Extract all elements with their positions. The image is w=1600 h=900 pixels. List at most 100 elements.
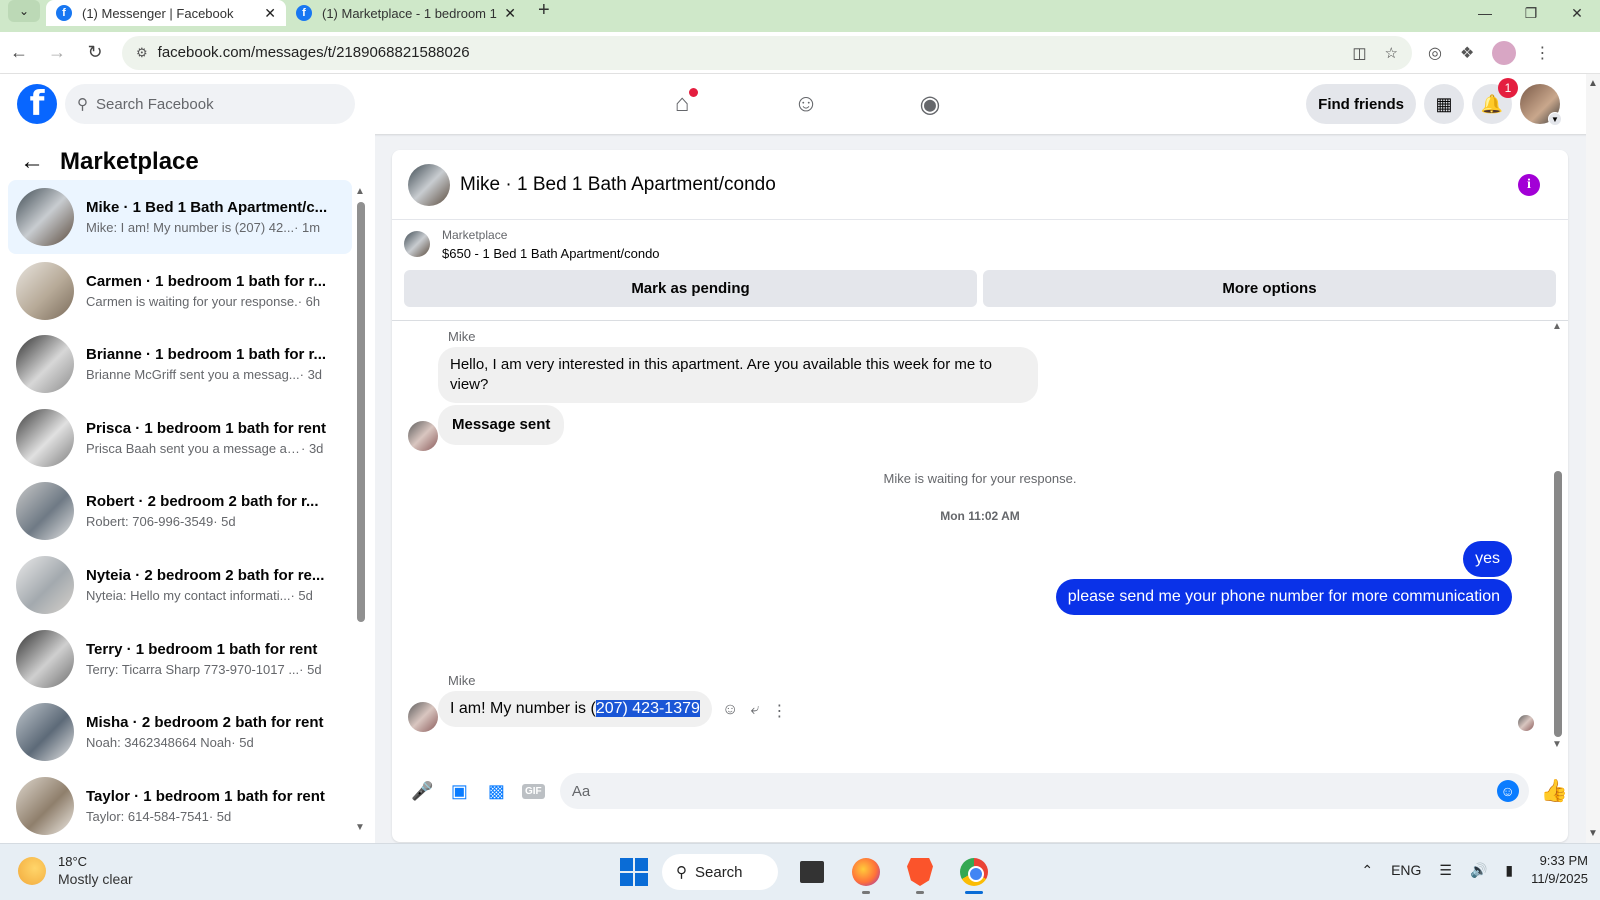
chevron-down-icon: ▼	[1548, 112, 1562, 126]
brave-icon[interactable]	[900, 852, 940, 894]
sticker-icon[interactable]: ▩	[478, 773, 515, 809]
conversation-thumbnail	[16, 776, 74, 835]
windows-start-icon[interactable]	[620, 858, 648, 886]
conversation-item[interactable]: Carmen · 1 bedroom 1 bath for r... Carmen…	[8, 254, 352, 328]
info-icon[interactable]: i	[1518, 174, 1540, 196]
tab-search-button[interactable]: ⌄	[8, 0, 40, 22]
back-arrow-icon[interactable]: ←	[20, 148, 44, 176]
search-placeholder: Search Facebook	[96, 95, 214, 113]
scroll-down-icon[interactable]: ▼	[1552, 739, 1562, 750]
scroll-up-icon[interactable]: ▲	[1552, 321, 1562, 332]
language-indicator[interactable]: ENG	[1391, 862, 1421, 878]
chrome-icon[interactable]	[954, 852, 994, 894]
conversation-item[interactable]: Terry · 1 bedroom 1 bath for rent Terry: …	[8, 622, 352, 696]
listing-actions: Mark as pending More options	[392, 268, 1568, 307]
outgoing-message[interactable]: yes	[1463, 541, 1512, 577]
incoming-message[interactable]: Message sent	[438, 405, 565, 445]
minimize-icon[interactable]: —	[1462, 0, 1508, 26]
taskbar-search[interactable]: ⚲ Search	[662, 854, 778, 890]
emoji-picker-icon[interactable]: ☺	[1496, 780, 1519, 802]
facebook-logo-icon[interactable]: f	[17, 84, 57, 124]
firefox-icon[interactable]	[846, 852, 886, 894]
translate-icon[interactable]: ◎	[1428, 43, 1442, 63]
volume-icon[interactable]: 🔊	[1470, 862, 1487, 879]
url-bar[interactable]: ⚙ facebook.com/messages/t/21890688215880…	[122, 35, 1412, 70]
conversation-item[interactable]: Robert · 2 bedroom 2 bath for r... Robert…	[8, 474, 352, 548]
selected-text: 207) 423-1379	[595, 700, 700, 717]
microphone-icon[interactable]: 🎤	[404, 773, 441, 809]
sender-avatar[interactable]	[408, 421, 438, 451]
conversation-item[interactable]: Prisca · 1 bedroom 1 bath for rent Prisca…	[8, 401, 352, 475]
reply-icon[interactable]: ⤶	[750, 701, 759, 721]
notifications-bell-icon[interactable]: 🔔 1	[1472, 78, 1518, 124]
tab-messenger[interactable]: f (1) Messenger | Facebook ✕	[46, 0, 286, 26]
browser-profile-icon[interactable]	[1492, 40, 1517, 65]
incoming-message[interactable]: I am! My number is (207) 423-1379	[438, 691, 712, 727]
reload-icon[interactable]: ↻	[76, 36, 114, 70]
sidebar-scrollbar[interactable]: ▲ ▼	[355, 186, 365, 836]
conversation-name: Taylor · 1 bedroom 1 bath for rent	[86, 787, 325, 805]
weather-widget[interactable]: 18°C Mostly clear	[18, 854, 133, 887]
find-friends-button[interactable]: Find friends	[1306, 84, 1416, 124]
incoming-message[interactable]: Hello, I am very interested in this apar…	[438, 347, 1038, 403]
conversation-item[interactable]: Mike · 1 Bed 1 Bath Apartment/c... Mike: …	[8, 180, 352, 254]
system-clock[interactable]: 9:33 PM 11/9/2025	[1531, 852, 1588, 888]
browser-menu-icon[interactable]: ⋮	[1534, 43, 1550, 63]
scroll-down-icon[interactable]: ▼	[1588, 828, 1598, 839]
file-explorer-icon[interactable]	[792, 852, 832, 892]
scroll-down-icon[interactable]: ▼	[355, 822, 365, 833]
photo-icon[interactable]: ▣	[441, 773, 478, 809]
back-icon[interactable]: ←	[0, 36, 38, 70]
menu-grid-icon[interactable]: ▦	[1424, 84, 1464, 124]
conversation-preview: Terry: Ticarra Sharp 773-970-1017 ...	[86, 661, 300, 677]
conversation-item[interactable]: Taylor · 1 bedroom 1 bath for rent Taylor…	[8, 769, 352, 843]
install-app-icon[interactable]: ◫	[1352, 44, 1366, 62]
conversation-item[interactable]: Brianne · 1 bedroom 1 bath for r... Brian…	[8, 327, 352, 401]
forward-icon[interactable]: →	[38, 36, 76, 70]
wifi-icon[interactable]: ☰	[1439, 862, 1452, 879]
conversation-item[interactable]: Misha · 2 bedroom 2 bath for rent Noah: 3…	[8, 695, 352, 769]
tab-close-icon[interactable]: ✕	[504, 5, 516, 22]
scrollbar-thumb[interactable]	[357, 202, 365, 622]
page-scrollbar[interactable]: ▲ ▼	[1586, 74, 1600, 843]
conversation-thumbnail	[16, 335, 74, 394]
thumbs-up-icon[interactable]: 👍	[1541, 778, 1568, 804]
account-avatar[interactable]: ▼	[1520, 84, 1562, 126]
scroll-up-icon[interactable]: ▲	[355, 186, 365, 197]
more-options-button[interactable]: More options	[983, 270, 1556, 307]
gif-icon[interactable]: GIF	[515, 773, 552, 809]
notification-badge: 1	[1498, 78, 1518, 98]
react-emoji-icon[interactable]: ☺	[722, 701, 738, 721]
message-input[interactable]: Aa ☺	[559, 773, 1529, 809]
bookmark-star-icon[interactable]: ☆	[1385, 44, 1398, 62]
conversation-item[interactable]: Nyteia · 2 bedroom 2 bath for re... Nytei…	[8, 548, 352, 622]
groups-icon[interactable]: ◉	[868, 74, 992, 134]
mark-as-pending-button[interactable]: Mark as pending	[404, 270, 977, 307]
scroll-up-icon[interactable]: ▲	[1588, 78, 1598, 89]
new-tab-button[interactable]: +	[526, 0, 562, 20]
chat-scrollbar[interactable]: ▲ ▼	[1552, 321, 1562, 761]
scrollbar-thumb[interactable]	[1554, 471, 1562, 737]
sender-avatar[interactable]	[408, 702, 438, 732]
restore-icon[interactable]: ❐	[1508, 0, 1554, 26]
tab-marketplace[interactable]: f (1) Marketplace - 1 bedroom 1 ✕	[286, 0, 526, 26]
conversation-name: Terry · 1 bedroom 1 bath for rent	[86, 640, 318, 658]
battery-icon[interactable]: ▮	[1505, 862, 1513, 879]
friends-icon[interactable]: ☺	[744, 74, 868, 134]
clock-date: 11/9/2025	[1531, 871, 1588, 886]
facebook-search-input[interactable]: ⚲ Search Facebook	[65, 84, 355, 124]
listing-thumbnail	[404, 231, 430, 257]
chat-avatar[interactable]	[408, 163, 450, 206]
waiting-notice: Mike is waiting for your response.	[883, 471, 1077, 486]
outgoing-message[interactable]: please send me your phone number for mor…	[1055, 579, 1512, 615]
close-window-icon[interactable]: ✕	[1554, 0, 1600, 26]
listing-summary[interactable]: Marketplace $650 - 1 Bed 1 Bath Apartmen…	[392, 220, 1568, 268]
tab-close-icon[interactable]: ✕	[264, 5, 276, 22]
chat-title[interactable]: Mike · 1 Bed 1 Bath Apartment/condo	[460, 174, 776, 196]
extensions-icon[interactable]: ❖	[1460, 43, 1474, 63]
home-icon[interactable]: ⌂	[620, 74, 744, 134]
conversation-thumbnail	[16, 556, 74, 614]
more-actions-icon[interactable]: ⋮	[771, 701, 787, 721]
chevron-up-icon[interactable]: ⌃	[1361, 862, 1373, 879]
site-info-icon[interactable]: ⚙	[136, 45, 148, 61]
